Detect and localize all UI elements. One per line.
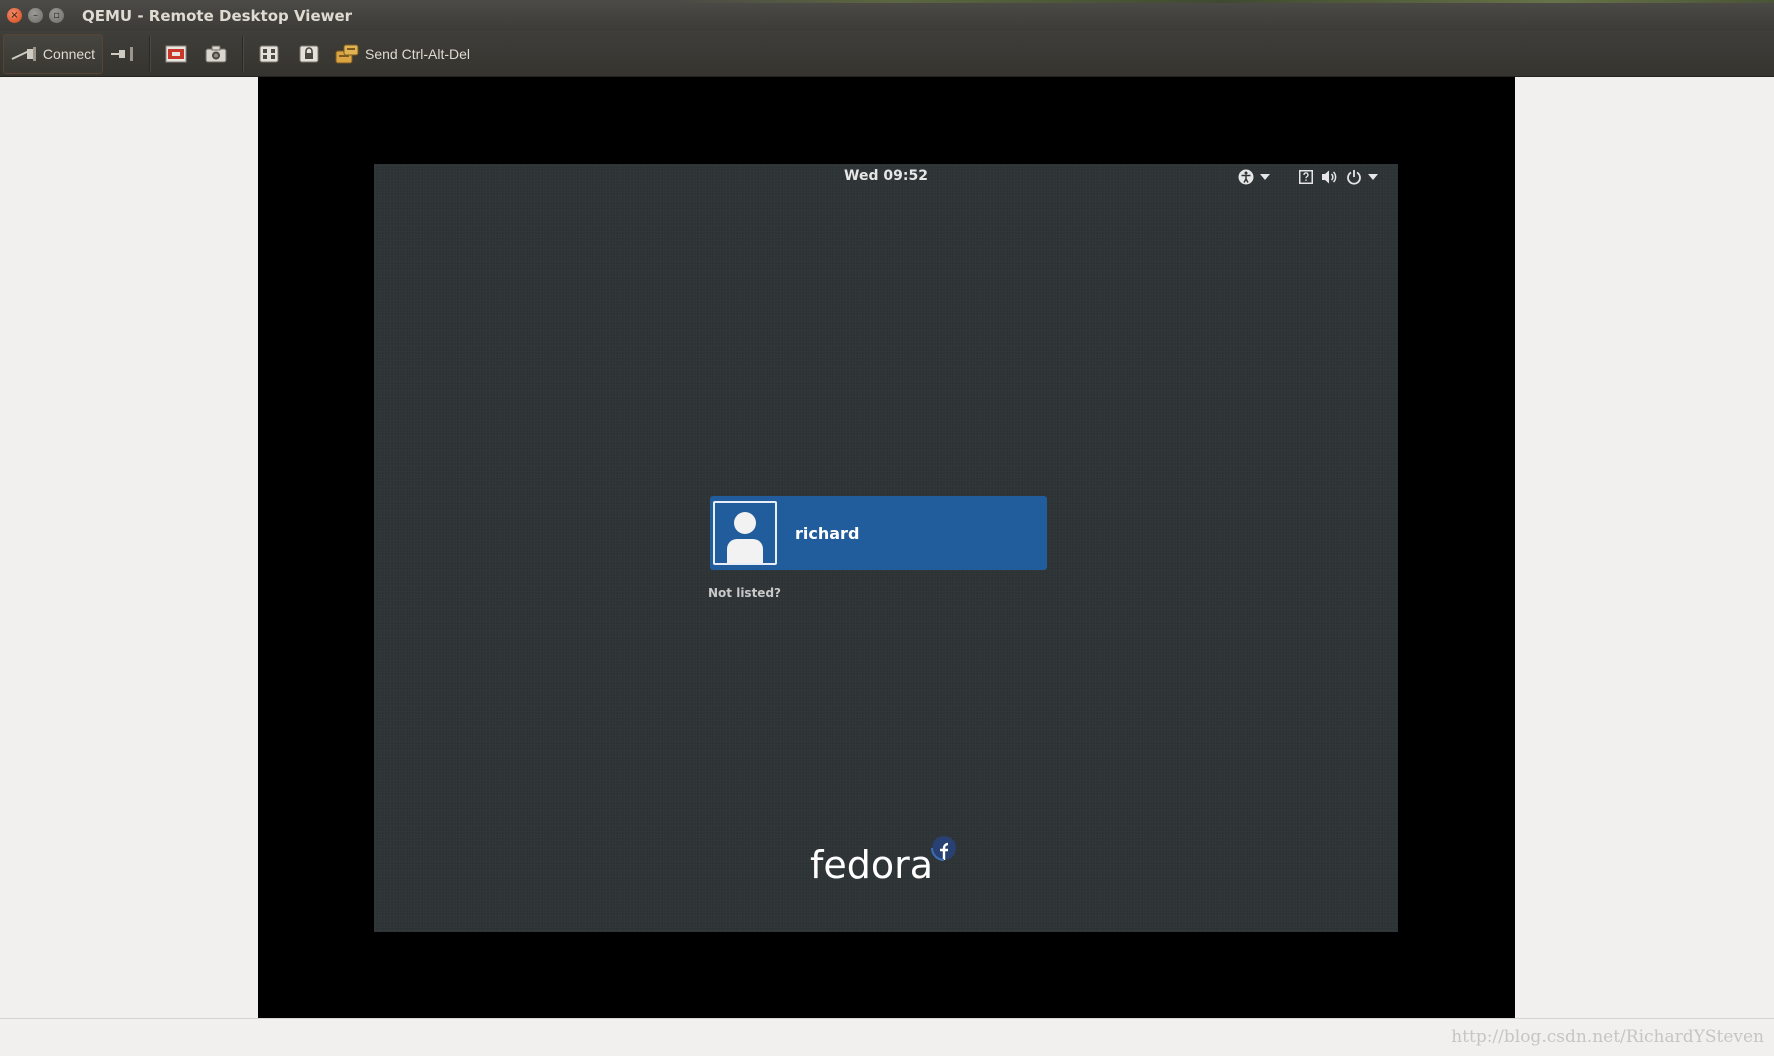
screenshot-icon (205, 45, 227, 62)
power-indicator[interactable] (1342, 167, 1366, 187)
volume-indicator[interactable] (1318, 167, 1342, 187)
window-titlebar: × – ▫ QEMU - Remote Desktop Viewer (0, 0, 1774, 31)
keyboard-icon (259, 45, 279, 62)
not-listed-link[interactable]: Not listed? (708, 586, 781, 600)
disconnect-icon (111, 46, 133, 61)
accessibility-menu[interactable] (1234, 167, 1258, 187)
fedora-logo: fedora (810, 836, 956, 884)
connect-icon (11, 46, 36, 61)
send-ctrl-alt-del-button[interactable]: Send Ctrl-Alt-Del (329, 34, 476, 74)
user-name: richard (795, 523, 860, 543)
system-indicators (1234, 167, 1380, 187)
statusbar: http://blog.csdn.net/RichardYSteven (0, 1018, 1774, 1056)
keyboard-layout-indicator[interactable] (1294, 167, 1318, 187)
lock-icon (299, 45, 319, 62)
avatar (713, 501, 777, 565)
window-maximize-button[interactable]: ▫ (49, 8, 64, 23)
connect-button[interactable]: Connect (3, 33, 103, 74)
fullscreen-button[interactable] (156, 34, 196, 74)
chevron-down-icon (1260, 174, 1270, 180)
vm-display[interactable]: Wed 09:52 richard Not listed? fedora (258, 77, 1515, 1018)
window-controls: × – ▫ (0, 8, 64, 23)
watermark-text: http://blog.csdn.net/RichardYSteven (1451, 1027, 1764, 1047)
fedora-logo-text: fedora (810, 843, 933, 884)
toolbar: Connect Send Ctrl-Alt-Del (0, 31, 1774, 77)
lock-button[interactable] (289, 34, 329, 74)
power-icon (1347, 170, 1361, 185)
window-minimize-button[interactable]: – (28, 8, 43, 23)
gnome-top-bar: Wed 09:52 (374, 164, 1398, 190)
maximize-icon: ▫ (53, 9, 60, 21)
close-icon: × (10, 9, 19, 21)
connect-label: Connect (42, 45, 96, 62)
fullscreen-icon (165, 45, 187, 62)
chevron-down-icon (1368, 174, 1378, 180)
toolbar-separator (149, 35, 150, 72)
user-avatar-icon (727, 512, 763, 563)
screenshot-button[interactable] (196, 34, 236, 74)
remote-screen[interactable]: Wed 09:52 richard Not listed? fedora (374, 164, 1398, 932)
keyboard-grab-button[interactable] (249, 34, 289, 74)
accessibility-caret[interactable] (1258, 167, 1272, 187)
window-title: QEMU - Remote Desktop Viewer (82, 6, 353, 25)
accessibility-icon (1238, 169, 1254, 185)
keyboard-layout-icon (1299, 170, 1313, 184)
window-close-button[interactable]: × (7, 8, 22, 23)
titlebar-decoration (674, 0, 1774, 3)
volume-icon (1322, 170, 1337, 184)
send-keys-icon (335, 44, 359, 63)
disconnect-button[interactable] (103, 34, 143, 74)
power-caret[interactable] (1366, 167, 1380, 187)
send-ctrl-alt-del-label: Send Ctrl-Alt-Del (365, 45, 471, 62)
toolbar-separator (242, 35, 243, 72)
viewer-client-area: Wed 09:52 richard Not listed? fedora (0, 77, 1774, 1018)
minimize-icon: – (33, 9, 38, 21)
user-list-item[interactable]: richard (710, 496, 1047, 570)
